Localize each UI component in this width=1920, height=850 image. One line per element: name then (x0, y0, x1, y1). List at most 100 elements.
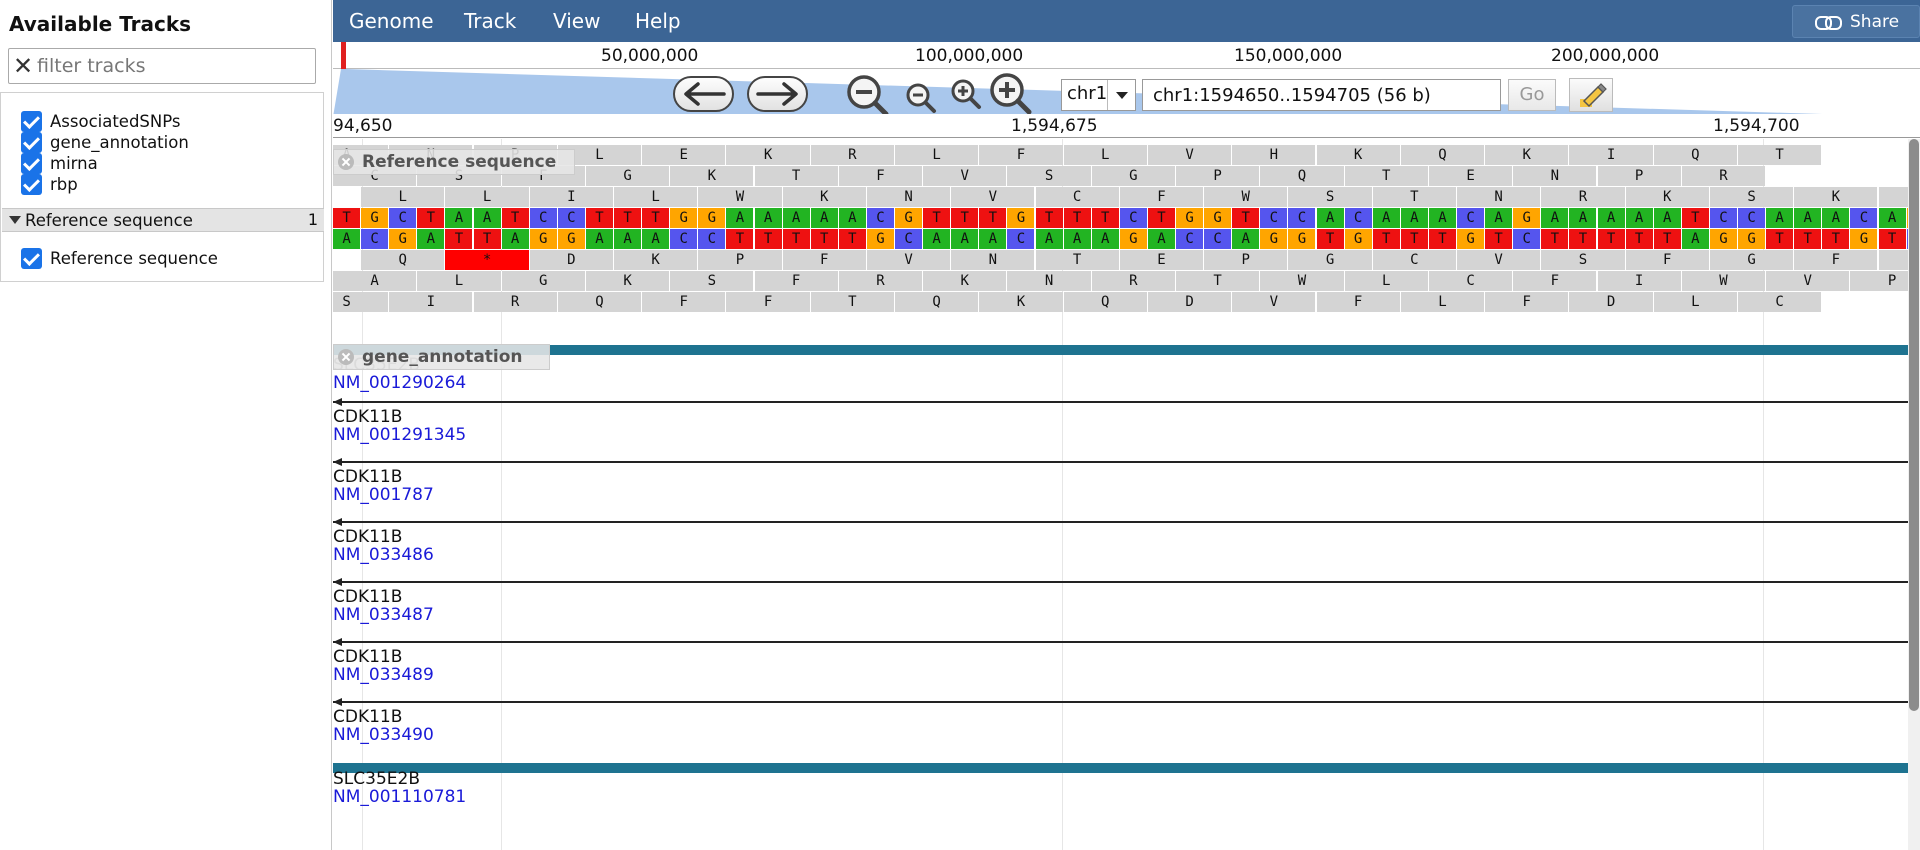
strand-arrow-icon (333, 638, 342, 646)
checkbox-icon[interactable] (21, 248, 42, 269)
amino-acid-cell: G (1709, 250, 1795, 270)
transcript-id[interactable]: NM_033490 (333, 725, 434, 745)
nucleotide-cell: G (529, 229, 558, 249)
transcript-line[interactable] (333, 701, 1908, 703)
transcript-line[interactable] (333, 521, 1908, 523)
track-item-reference-sequence[interactable]: Reference sequence (21, 248, 218, 269)
nucleotide-cell: A (1091, 229, 1120, 249)
amino-acid-cell: P (1176, 166, 1261, 186)
transcript-id[interactable]: NM_033487 (333, 605, 434, 625)
menu-genome[interactable]: Genome (349, 9, 434, 33)
amino-acid-cell: I (1597, 271, 1682, 291)
transcript-id[interactable]: NM_001291345 (333, 425, 466, 445)
checkbox-icon[interactable] (21, 153, 42, 174)
overview-tick-label: 100,000,000 (915, 46, 1024, 66)
zoom-out-icon[interactable] (905, 82, 939, 116)
vertical-scrollbar[interactable] (1908, 139, 1920, 850)
highlight-button[interactable] (1569, 78, 1613, 112)
chevron-down-icon[interactable] (1107, 80, 1135, 110)
clear-filter-icon[interactable]: ✕ (13, 53, 33, 79)
nucleotide-cell: T (417, 208, 446, 228)
track-item-gene-annotation[interactable]: gene_annotation (21, 132, 189, 153)
nucleotide-cell: T (614, 208, 643, 228)
transcript-line[interactable] (333, 581, 1908, 583)
pan-left-button[interactable] (673, 76, 734, 112)
track-item-rbp[interactable]: rbp (21, 174, 78, 195)
gene-track-label[interactable]: gene_annotation (333, 344, 550, 370)
overview-tick-label: 200,000,000 (1551, 46, 1660, 66)
zoom-in-icon[interactable] (950, 78, 984, 112)
nucleotide-cell: G (1344, 229, 1373, 249)
amino-acid-cell: N (951, 250, 1036, 270)
strand-arrow-icon (333, 398, 342, 406)
amino-acid-cell: F (1625, 250, 1710, 270)
menu-view[interactable]: View (553, 9, 600, 33)
nucleotide-cell: C (1513, 229, 1542, 249)
overview-tick-label: 150,000,000 (1234, 46, 1343, 66)
checkbox-icon[interactable] (21, 111, 42, 132)
nucleotide-cell: T (445, 229, 474, 249)
nucleotide-cell: A (1063, 229, 1092, 249)
overview-ruler[interactable]: 50,000,000 100,000,000 150,000,000 200,0… (333, 42, 1920, 69)
track-item-label: AssociatedSNPs (50, 112, 181, 131)
amino-acid-cell: E (642, 145, 727, 165)
category-header-reference-sequence[interactable]: Reference sequence 1 (2, 208, 324, 232)
gene-name: CDK11B (333, 587, 403, 607)
transcript-line[interactable] (333, 401, 1908, 403)
nucleotide-cell: C (1457, 208, 1486, 228)
menu-track[interactable]: Track (464, 9, 516, 33)
close-icon[interactable] (338, 349, 354, 365)
reference-sequence-select[interactable]: chr1 (1061, 79, 1136, 111)
share-label: Share (1850, 11, 1900, 32)
nucleotide-cell: T (1794, 229, 1823, 249)
scrollbar-thumb[interactable] (1909, 139, 1919, 711)
transcript-id[interactable]: NM_001110781 (333, 787, 466, 807)
pan-right-button[interactable] (747, 76, 808, 112)
nucleotide-cell: T (1372, 229, 1401, 249)
nucleotide-cell: T (1878, 229, 1907, 249)
nucleotide-cell: A (614, 229, 643, 249)
collapse-triangle-icon[interactable] (9, 216, 21, 224)
overview-position-marker[interactable] (341, 42, 346, 69)
transcript-id[interactable]: NM_001787 (333, 485, 434, 505)
tracks-area[interactable]: ANPLEKRLFLVHKQKIQTCSFGKTFVSGPQTENPRLLILW… (333, 139, 1920, 850)
reference-track-label[interactable]: Reference sequence (333, 149, 576, 175)
transcript-line[interactable] (333, 641, 1908, 643)
transcript-id[interactable]: NM_033489 (333, 665, 434, 685)
nucleotide-cell: A (1653, 208, 1682, 228)
checkbox-icon[interactable] (21, 132, 42, 153)
amino-acid-cell: K (782, 187, 867, 207)
gene-bar[interactable] (333, 763, 1908, 773)
transcript-id[interactable]: NM_001290264 (333, 373, 466, 393)
amino-acid-cell: K (1625, 187, 1710, 207)
checkbox-icon[interactable] (21, 174, 42, 195)
location-input[interactable] (1143, 80, 1500, 110)
gene-bar[interactable] (333, 345, 1908, 355)
amino-acid-cell: G (585, 166, 671, 186)
track-item-associatedsnps[interactable]: AssociatedSNPs (21, 111, 181, 132)
go-button[interactable]: Go (1508, 79, 1556, 111)
genome-browser-main: Genome Track View Help Share 50,000,000 … (333, 0, 1920, 850)
zoom-out-more-icon[interactable] (846, 74, 892, 118)
filter-tracks-input[interactable] (37, 52, 309, 80)
transcript-id[interactable]: NM_033486 (333, 545, 434, 565)
nucleotide-cell: C (1738, 208, 1767, 228)
amino-acid-cell: K (614, 250, 699, 270)
nucleotide-cell: C (1176, 229, 1205, 249)
zoom-in-more-icon[interactable] (989, 72, 1035, 116)
amino-acid-cell: E (1428, 166, 1514, 186)
track-item-mirna[interactable]: mirna (21, 153, 98, 174)
nucleotide-cell: T (1569, 229, 1598, 249)
nucleotide-cell: T (1316, 229, 1345, 249)
nucleotide-cell: A (1597, 208, 1626, 228)
nucleotide-cell: A (951, 229, 980, 249)
nucleotide-cell: T (979, 208, 1008, 228)
menu-help[interactable]: Help (635, 9, 681, 33)
close-icon[interactable] (338, 154, 354, 170)
ruler-tick-label: 1,594,700 (1713, 116, 1800, 136)
share-button[interactable]: Share (1792, 5, 1920, 38)
menu-bar: Genome Track View Help Share (333, 0, 1920, 42)
amino-acid-cell: K (1794, 187, 1879, 207)
nucleotide-cell: A (810, 208, 839, 228)
transcript-line[interactable] (333, 461, 1908, 463)
